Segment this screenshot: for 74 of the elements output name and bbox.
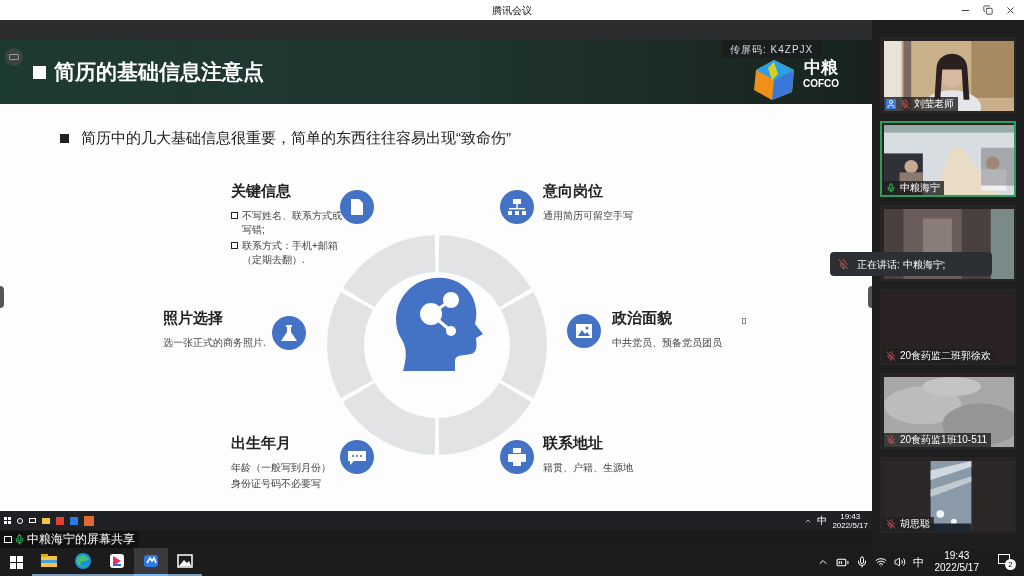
participant-name: 20食药监二班郭徐欢 (900, 351, 992, 361)
participant-name: 胡思聪 (900, 519, 930, 529)
flask-icon (272, 316, 306, 350)
item-text: 身份证号码不必要写 (231, 477, 322, 491)
mic-icon[interactable] (855, 556, 868, 568)
app-icon (107, 551, 127, 571)
close-button[interactable] (1005, 4, 1016, 16)
share-code-badge: 传屏码: K4ZPJX (722, 40, 822, 58)
item-title: 照片选择 (163, 308, 224, 328)
slide-title: 简历的基础信息注意点 (54, 59, 264, 86)
mic-muted-icon (838, 258, 849, 270)
item-text: 籍贯、户籍、生源地 (543, 461, 634, 475)
mic-icon (14, 533, 25, 545)
notification-button[interactable]: 2 (998, 554, 1016, 570)
volume-icon[interactable] (893, 556, 906, 568)
printer-icon (500, 440, 534, 474)
video-tile[interactable]: 中粮海宁 (880, 121, 1016, 197)
windows-logo-icon (9, 555, 23, 569)
close-icon (1005, 4, 1016, 16)
chat-bubble-icon (340, 440, 374, 474)
item-text: 年龄（一般写到月份） (231, 461, 332, 475)
item-title: 意向岗位 (543, 181, 604, 201)
task-view-icon (29, 518, 36, 523)
item-title: 出生年月 (231, 433, 292, 453)
logo-text: COFCO (803, 78, 840, 90)
ime-indicator: 中 (817, 515, 828, 526)
video-tile[interactable]: 20食药监1班10-511 (880, 373, 1016, 449)
document-icon (340, 190, 374, 224)
participant-name: 中粮海宁 (900, 183, 940, 193)
item-title: 政治面貌 (612, 308, 673, 328)
item-title: 联系地址 (543, 433, 604, 453)
item-text: 中共党员、预备党员团员 (612, 336, 723, 350)
window-title: 腾讯会议 (492, 3, 532, 18)
clock-date: 2022/5/17 (832, 520, 868, 530)
logo-text: 中粮 (804, 58, 839, 78)
windows-logo-icon (4, 517, 11, 524)
image-icon (567, 314, 601, 348)
checkbox-bullet-icon (231, 242, 238, 249)
cursor-icon (742, 318, 746, 324)
item-text: 联系方式：手机+邮箱（定期去翻）. (242, 239, 339, 267)
item-title: 关键信息 (231, 181, 292, 201)
item-text: 不写姓名、联系方式或写错; (242, 209, 343, 237)
video-tile[interactable]: 20食药监二班郭徐欢 (880, 289, 1016, 365)
host-icon (886, 99, 896, 109)
edge-icon (73, 551, 93, 571)
collapse-handle[interactable] (868, 286, 872, 308)
collapse-handle[interactable] (0, 286, 4, 308)
photos-icon (175, 551, 195, 571)
clock[interactable]: 19:43 2022/5/17 (930, 550, 983, 574)
sharer-name: 中粮海宁的屏幕共享 (27, 531, 135, 548)
slide-bullet-text: 简历中的几大基础信息很重要，简单的东西往往容易出现“致命伤” (81, 128, 511, 148)
ime-indicator[interactable]: 中 (912, 553, 924, 571)
folder-icon (42, 517, 50, 524)
screen-share-icon (4, 535, 12, 543)
restore-icon (983, 5, 993, 15)
restore-button[interactable] (983, 5, 993, 15)
participant-name: 20食药监1班10-511 (900, 435, 988, 445)
taskbar-app-button[interactable] (134, 548, 168, 576)
title-square-icon (33, 65, 46, 79)
toast-text: 正在讲话: 中粮海宁; (857, 257, 946, 272)
item-text: 通用简历可留空手写 (543, 209, 634, 223)
participant-name: 刘莹老师 (914, 99, 954, 109)
video-tile[interactable]: 胡思聪 (880, 457, 1016, 533)
cube-logo-icon (752, 58, 796, 102)
video-tile[interactable]: 刘莹老师 (880, 37, 1016, 113)
checkbox-bullet-icon (231, 212, 238, 219)
clock-time: 19:43 (840, 511, 861, 521)
keyboard-icon (5, 48, 23, 66)
bullet-square-icon (60, 133, 69, 143)
app-icon (84, 515, 94, 526)
org-chart-icon (500, 190, 534, 224)
wifi-icon[interactable] (874, 556, 887, 568)
head-icon (393, 276, 485, 371)
item-text: 选一张正式的商务照片. (163, 336, 267, 350)
